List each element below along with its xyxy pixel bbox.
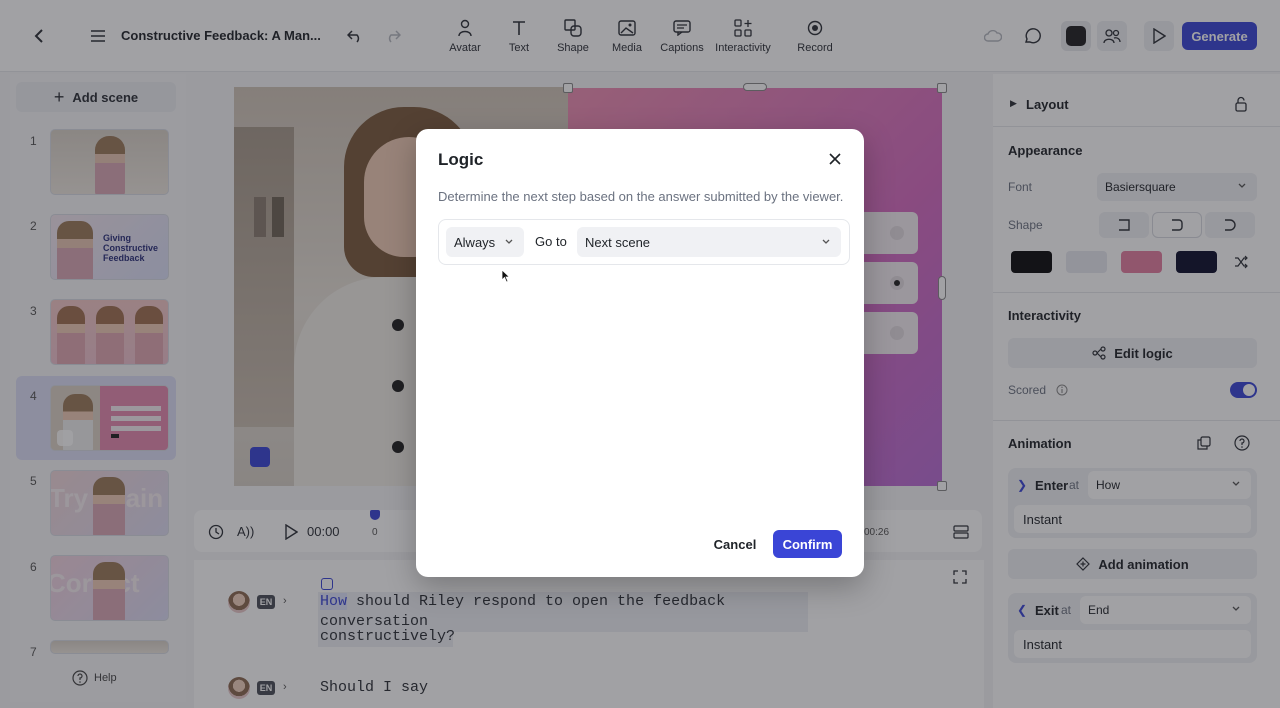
condition-select[interactable]: Always <box>446 227 524 257</box>
cancel-button[interactable]: Cancel <box>704 530 766 558</box>
dialog-description: Determine the next step based on the ans… <box>438 189 844 204</box>
target-value: Next scene <box>585 234 651 250</box>
mouse-cursor-icon <box>501 269 511 286</box>
target-select[interactable]: Next scene <box>577 227 841 257</box>
close-icon <box>829 153 841 165</box>
goto-label: Go to <box>535 234 567 249</box>
close-button[interactable] <box>826 150 844 168</box>
condition-value: Always <box>454 234 496 250</box>
dialog-title: Logic <box>438 150 484 169</box>
chevron-down-icon <box>822 239 830 244</box>
confirm-button[interactable]: Confirm <box>773 530 842 558</box>
chevron-down-icon <box>505 239 513 244</box>
